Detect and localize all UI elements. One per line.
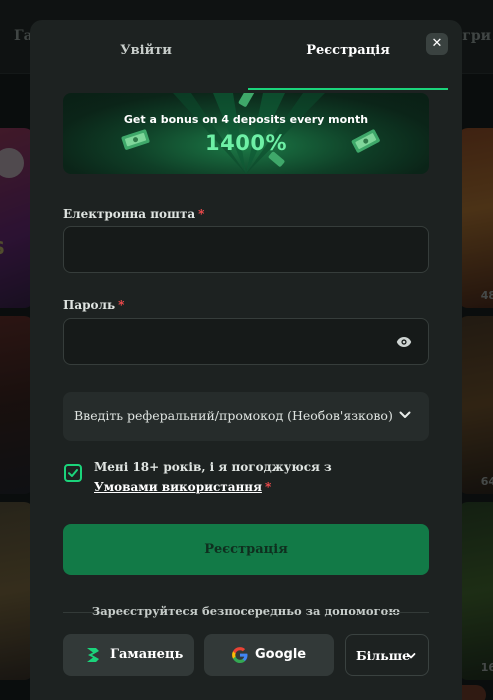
close-button[interactable]: ✕ bbox=[426, 33, 448, 55]
email-field-wrapper bbox=[63, 226, 429, 273]
social-divider-text: Зареєструйтеся безпосередньо за допомого… bbox=[91, 604, 401, 618]
google-label: Google bbox=[255, 647, 307, 662]
more-options-button[interactable]: Більше bbox=[345, 634, 429, 676]
terms-link[interactable]: Умовами використання bbox=[94, 480, 262, 494]
password-label: Пароль * bbox=[63, 298, 124, 312]
banner-title: Get a bonus on 4 deposits every month bbox=[123, 113, 369, 126]
wallet-label: Гаманець bbox=[110, 647, 184, 662]
banner-value: 1400% bbox=[205, 131, 287, 155]
promo-code-placeholder: Введіть реферальний/промокод (Необов'язк… bbox=[74, 408, 393, 423]
required-mark: * bbox=[264, 480, 272, 494]
registration-modal: Увійти Реєстрація ✕ Get a bonus on 4 dep… bbox=[30, 20, 462, 700]
check-icon bbox=[68, 469, 78, 477]
chevron-down-icon bbox=[399, 411, 411, 418]
promo-code-dropdown[interactable]: Введіть реферальний/промокод (Необов'язк… bbox=[63, 392, 429, 441]
chevron-down-icon bbox=[406, 653, 416, 659]
email-label-text: Електронна пошта bbox=[63, 207, 196, 221]
email-field[interactable] bbox=[64, 227, 428, 272]
bonus-banner: Get a bonus on 4 deposits every month 14… bbox=[63, 93, 429, 174]
password-field[interactable] bbox=[64, 319, 428, 364]
more-label: Більше bbox=[356, 648, 411, 663]
google-login-button[interactable]: Google bbox=[204, 634, 334, 676]
email-label: Електронна пошта * bbox=[63, 207, 204, 221]
auth-tabs: Увійти Реєстрація bbox=[46, 36, 450, 90]
password-label-text: Пароль bbox=[63, 298, 116, 312]
google-icon bbox=[232, 647, 248, 663]
cash-icon bbox=[238, 93, 255, 107]
tab-login[interactable]: Увійти bbox=[46, 36, 246, 90]
terms-statement: Мені 18+ років, і я погоджуюся з bbox=[94, 460, 332, 474]
tab-register[interactable]: Реєстрація bbox=[248, 36, 448, 90]
register-button[interactable]: Реєстрація bbox=[63, 524, 429, 575]
required-mark: * bbox=[118, 298, 125, 312]
eye-icon[interactable] bbox=[396, 335, 412, 349]
close-icon: ✕ bbox=[431, 36, 443, 51]
password-field-wrapper bbox=[63, 318, 429, 365]
wallet-login-button[interactable]: Гаманець bbox=[63, 634, 194, 676]
social-divider: Зареєструйтеся безпосередньо за допомого… bbox=[63, 604, 429, 620]
terms-text: Мені 18+ років, і я погоджуюся з Умовами… bbox=[94, 457, 394, 497]
required-mark: * bbox=[198, 207, 205, 221]
wallet-icon bbox=[87, 648, 99, 662]
terms-checkbox[interactable] bbox=[64, 464, 82, 482]
divider-line bbox=[387, 612, 429, 613]
